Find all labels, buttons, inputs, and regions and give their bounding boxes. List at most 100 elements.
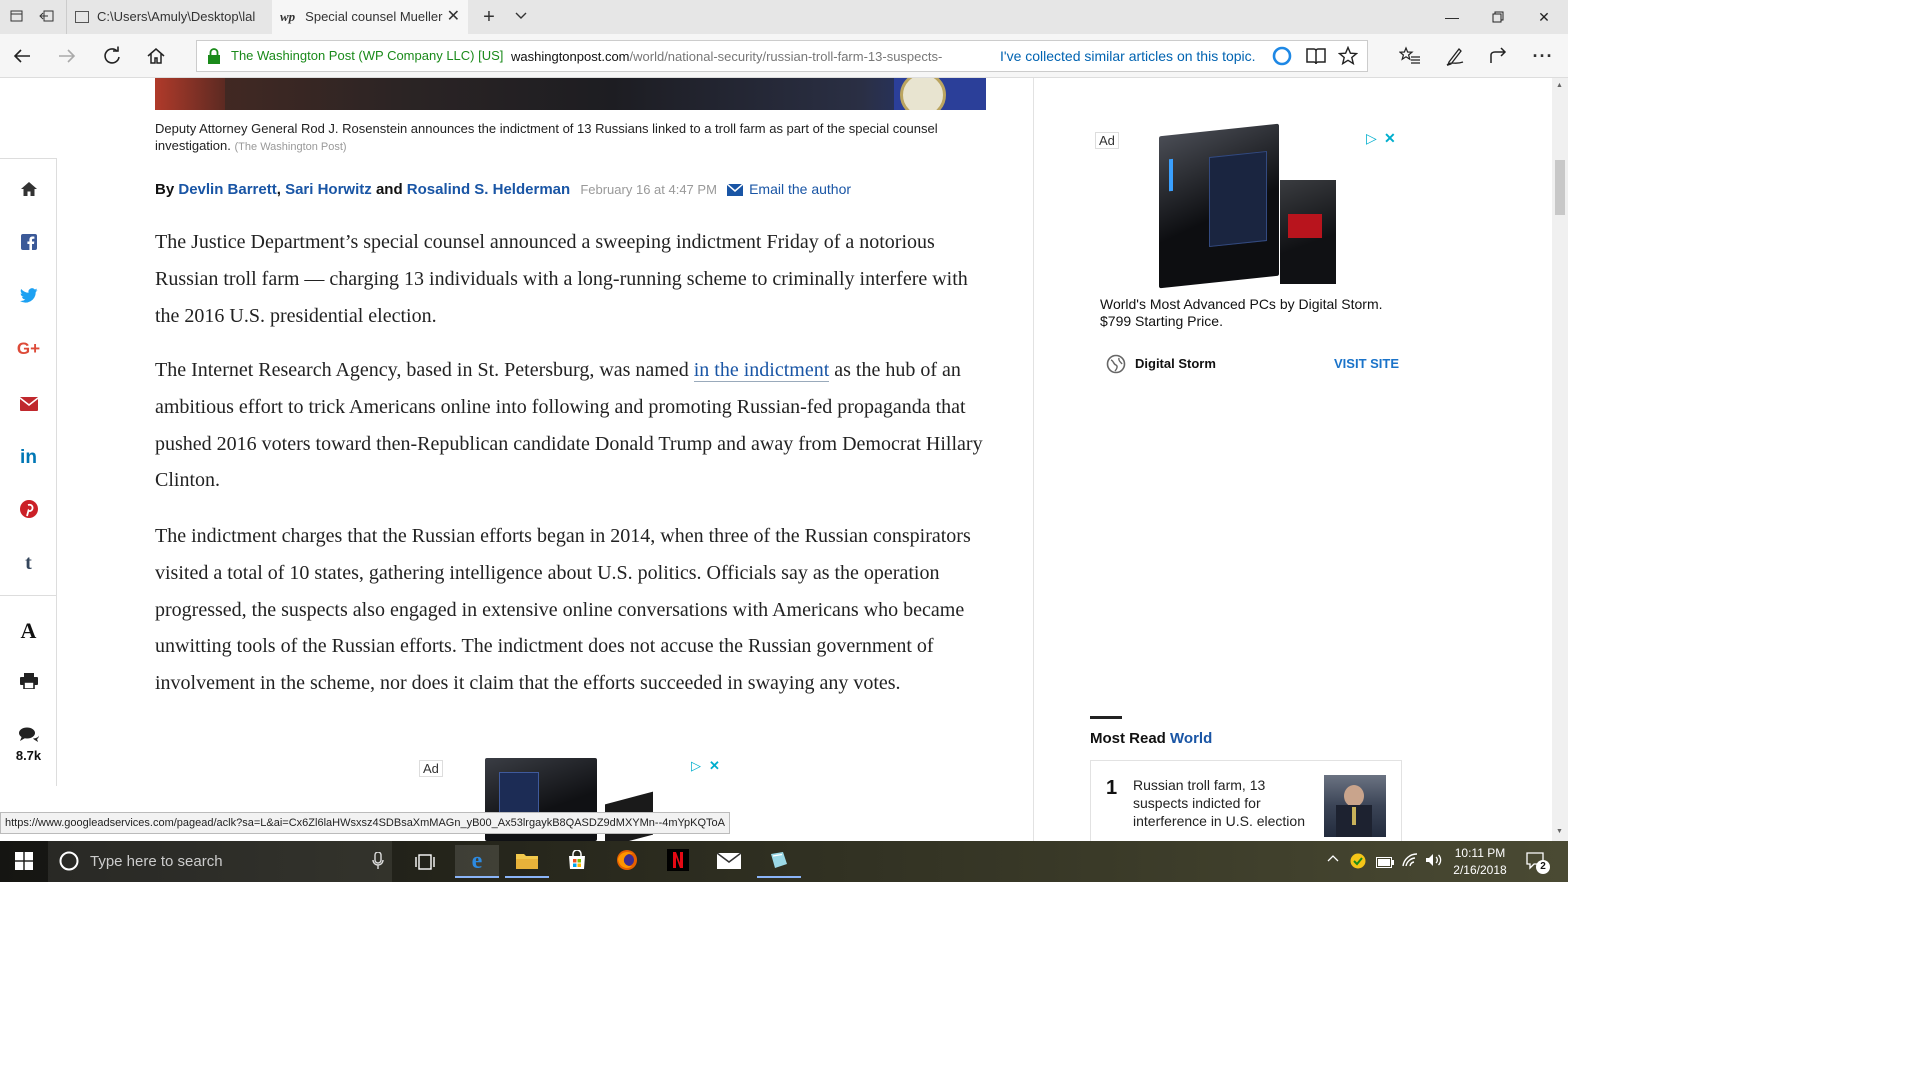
author-link-sari-horwitz[interactable]: Sari Horwitz xyxy=(285,181,372,198)
security-shield-icon[interactable] xyxy=(1350,853,1366,874)
pc-tower-image xyxy=(1159,123,1279,289)
scroll-down-icon[interactable]: ▼ xyxy=(1556,828,1563,835)
cortana-suggestion[interactable]: I've collected similar articles on this … xyxy=(1000,48,1256,64)
comments-icon[interactable] xyxy=(0,727,57,748)
close-window-icon[interactable]: ✕ xyxy=(1521,0,1567,34)
facebook-icon[interactable] xyxy=(0,234,57,255)
refresh-icon[interactable] xyxy=(96,40,128,72)
favorites-hub-icon[interactable] xyxy=(1394,40,1426,72)
maximize-icon[interactable] xyxy=(1475,0,1521,34)
ad-label: Ad xyxy=(1095,132,1119,149)
battery-icon[interactable] xyxy=(1376,855,1394,873)
advertiser-name[interactable]: Digital Storm xyxy=(1135,356,1216,371)
linkedin-icon[interactable]: in xyxy=(0,447,57,469)
paragraph-3: The indictment charges that the Russian … xyxy=(155,525,971,695)
tab-washington-post[interactable]: wp Special counsel Mueller ✕ xyxy=(272,0,468,34)
page-scrollbar[interactable]: ▲ ▼ xyxy=(1552,78,1568,841)
cortana-icon[interactable] xyxy=(1271,45,1293,72)
indictment-link[interactable]: in the indictment xyxy=(693,359,830,382)
firefox-icon[interactable] xyxy=(605,845,649,878)
file-explorer-icon[interactable] xyxy=(505,845,549,878)
print-icon[interactable] xyxy=(0,673,57,694)
chevron-down-icon[interactable] xyxy=(512,8,530,26)
most-read-title: Russian troll farm, 13 suspects indicted… xyxy=(1133,777,1305,829)
site-identity[interactable]: The Washington Post (WP Company LLC) [US… xyxy=(231,48,503,63)
seal-backdrop xyxy=(894,78,986,110)
scrollbar-thumb[interactable] xyxy=(1555,160,1565,215)
email-author-label: Email the author xyxy=(749,181,852,197)
set-aside-tabs-icon[interactable] xyxy=(38,8,56,26)
most-read-item[interactable]: 1 Russian troll farm, 13 suspects indict… xyxy=(1090,760,1402,841)
clock[interactable]: 10:11 PM 2/16/2018 xyxy=(1448,845,1512,879)
hero-photo[interactable] xyxy=(155,78,986,110)
author-link-devlin-barrett[interactable]: Devlin Barrett xyxy=(178,181,276,198)
author-link-rosalind-helderman[interactable]: Rosalind S. Helderman xyxy=(407,181,570,198)
byline-and: and xyxy=(375,181,403,198)
ad-choices-icon[interactable]: ▷ xyxy=(1366,130,1377,147)
minimize-icon[interactable]: — xyxy=(1429,0,1475,34)
comments-count[interactable]: 8.7k xyxy=(0,748,57,763)
chevron-up-icon[interactable] xyxy=(1327,853,1339,868)
most-read-section-link[interactable]: World xyxy=(1170,730,1212,747)
paragraph-2-text: The Internet Research Agency, based in S… xyxy=(155,359,694,381)
tab-label: C:\Users\Amuly\Desktop\lal xyxy=(97,9,256,24)
home-icon[interactable] xyxy=(0,181,57,202)
share-icon[interactable] xyxy=(1482,40,1514,72)
microphone-icon[interactable] xyxy=(372,851,384,875)
pinterest-icon[interactable] xyxy=(0,500,57,523)
ad-headline[interactable]: World's Most Advanced PCs by Digital Sto… xyxy=(1100,296,1400,330)
netflix-icon[interactable] xyxy=(656,845,700,878)
store-icon[interactable] xyxy=(555,845,599,878)
document-icon xyxy=(75,11,89,23)
tab-local-file[interactable]: C:\Users\Amuly\Desktop\lal xyxy=(66,0,272,34)
new-tab-icon[interactable]: + xyxy=(480,7,498,27)
more-menu-icon[interactable]: ··· xyxy=(1527,40,1559,72)
tab-actions-icon[interactable] xyxy=(8,8,26,26)
taskbar-search-placeholder: Type here to search xyxy=(90,853,223,870)
edge-icon[interactable]: e xyxy=(455,845,499,878)
byline-by: By xyxy=(155,181,175,198)
most-read-prefix: Most Read xyxy=(1090,730,1166,747)
most-read-rank: 1 xyxy=(1106,777,1118,799)
action-center-icon[interactable]: 2 xyxy=(1526,851,1550,876)
byline: By Devlin Barrett, Sari Horwitz and Rosa… xyxy=(155,179,851,201)
clock-date: 2/16/2018 xyxy=(1453,863,1507,877)
reading-view-icon[interactable] xyxy=(1305,46,1327,71)
windows-start-icon[interactable] xyxy=(2,845,46,878)
scroll-up-icon[interactable]: ▲ xyxy=(1556,82,1563,89)
browser-window: C:\Users\Amuly\Desktop\lal wp Special cou… xyxy=(0,0,1568,882)
sticky-notes-icon[interactable] xyxy=(757,845,801,878)
favorite-star-icon[interactable] xyxy=(1337,45,1359,71)
tumblr-icon[interactable]: t xyxy=(0,552,57,575)
mail-icon[interactable] xyxy=(707,845,751,878)
forward-icon[interactable] xyxy=(51,40,83,72)
ad-choices-icon[interactable]: ▷ xyxy=(691,758,701,774)
volume-icon[interactable] xyxy=(1425,853,1443,872)
url-text[interactable]: washingtonpost.com/world/national-securi… xyxy=(511,49,963,64)
font-size-icon[interactable]: A xyxy=(0,618,57,644)
publish-date: February 16 at 4:47 PM xyxy=(580,182,717,197)
home-icon[interactable] xyxy=(140,40,172,72)
share-rail: G+ in t A 8.7k xyxy=(0,158,57,786)
email-share-icon[interactable] xyxy=(0,395,57,416)
sidebar-ad[interactable]: Ad ▷ ✕ World's Most Advanced PCs by Digi… xyxy=(1090,120,1402,374)
visit-site-button[interactable]: VISIT SITE xyxy=(1334,356,1399,371)
back-icon[interactable] xyxy=(6,40,38,72)
close-tab-icon[interactable]: ✕ xyxy=(447,0,460,34)
ad-close-icon[interactable]: ✕ xyxy=(1384,130,1396,147)
wifi-icon[interactable] xyxy=(1401,853,1419,872)
task-view-icon[interactable] xyxy=(403,845,447,878)
globe-icon xyxy=(1106,354,1126,379)
photo-caption: Deputy Attorney General Rod J. Rosenstei… xyxy=(155,120,986,156)
url-field[interactable]: The Washington Post (WP Company LLC) [US… xyxy=(196,40,1368,72)
google-plus-icon[interactable]: G+ xyxy=(0,339,57,359)
pen-notes-icon[interactable] xyxy=(1439,40,1471,72)
url-path: /world/national-security/russian-troll-f… xyxy=(629,49,943,64)
web-page: Deputy Attorney General Rod J. Rosenstei… xyxy=(0,78,1568,841)
right-sidebar: Ad ▷ ✕ World's Most Advanced PCs by Digi… xyxy=(1033,78,1551,841)
cortana-search-icon xyxy=(58,850,80,877)
taskbar-search-box[interactable]: Type here to search xyxy=(48,841,392,882)
twitter-icon[interactable] xyxy=(0,287,57,308)
email-author-link[interactable]: Email the author xyxy=(726,181,852,197)
ad-close-icon[interactable]: ✕ xyxy=(709,758,720,774)
